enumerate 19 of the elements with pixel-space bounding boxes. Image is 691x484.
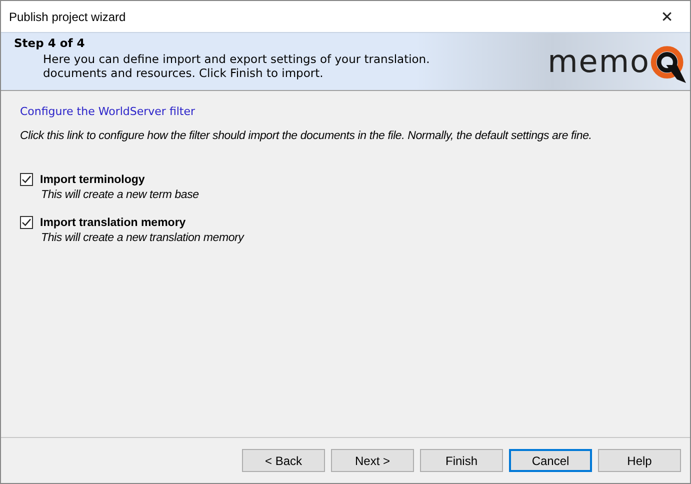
option-description: This will create a new term base: [40, 189, 200, 201]
checkbox[interactable]: [20, 173, 33, 186]
dialog-button[interactable]: Next >: [331, 449, 414, 472]
step-title: Step 4 of 4: [14, 36, 86, 50]
logo-q-icon: [650, 44, 686, 84]
option-label[interactable]: Import terminology: [40, 174, 145, 186]
step-description: Here you can define import and export settings of your translation. documents and resources. Click Finish to import.: [42, 52, 430, 80]
dialog-button[interactable]: Finish: [420, 449, 503, 472]
configure-filter-link[interactable]: Configure the WorldServer filter: [20, 105, 196, 118]
logo-text: memo: [548, 44, 650, 80]
option-description: This will create a new translation memory: [40, 232, 244, 244]
option-label[interactable]: Import translation memory: [40, 216, 186, 228]
link-hint: Click this link to configure how the filter should import the documents in the file. Normally, the default settings are fine.: [20, 130, 592, 142]
dialog-button[interactable]: < Back: [242, 449, 325, 472]
checkbox[interactable]: [20, 216, 33, 229]
dialog-button[interactable]: Cancel: [509, 449, 592, 472]
window-title: Publish project wizard: [9, 10, 126, 24]
dialog-button[interactable]: Help: [598, 449, 681, 472]
close-button[interactable]: ✕: [644, 1, 690, 32]
